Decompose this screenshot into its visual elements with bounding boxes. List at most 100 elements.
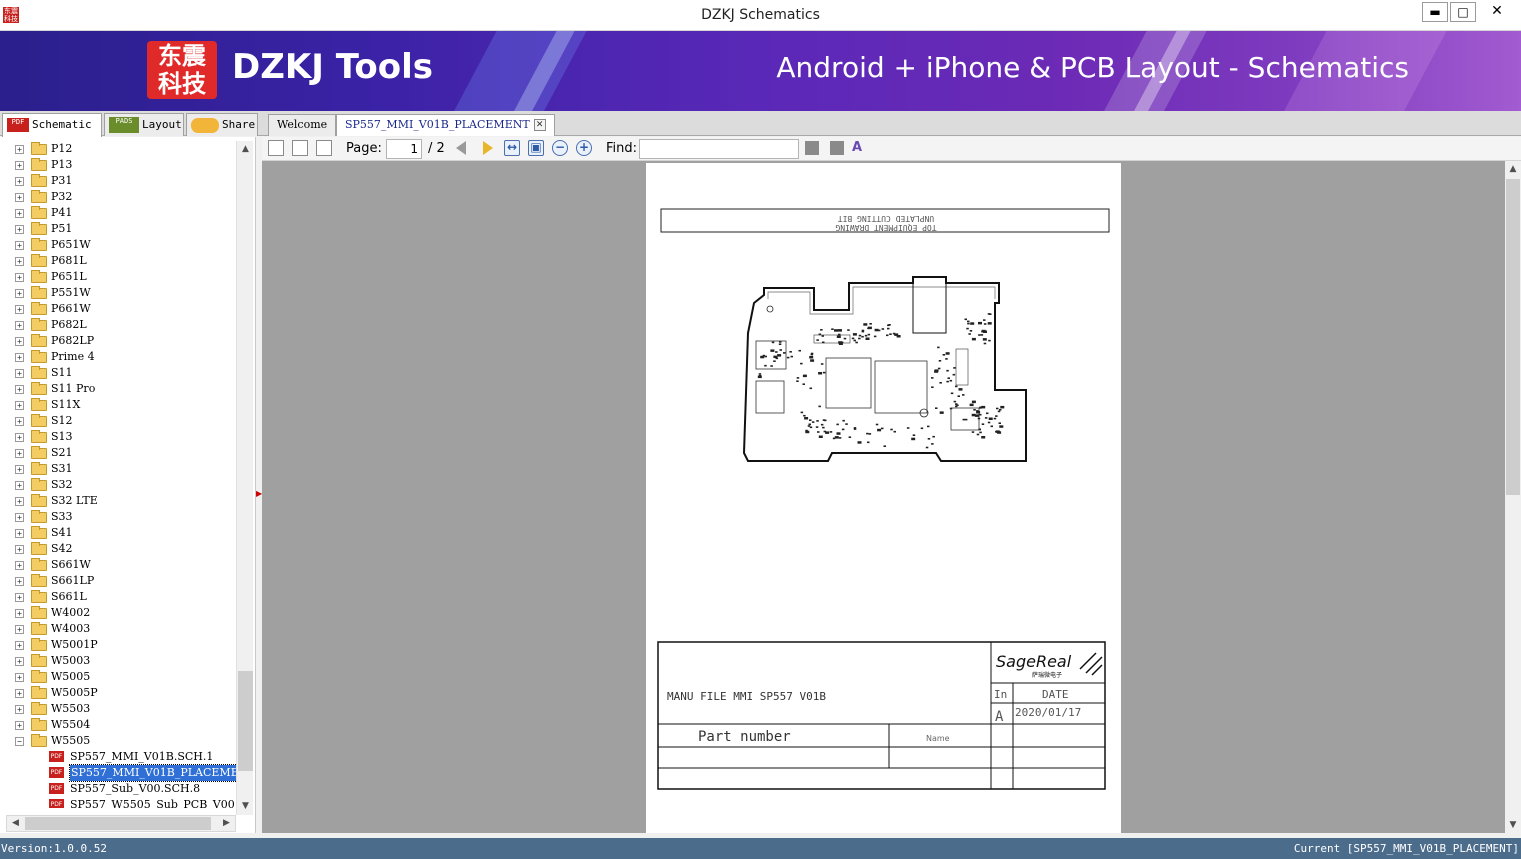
tree-folder[interactable]: + S661LP xyxy=(0,573,236,589)
tree-folder[interactable]: + W5003 xyxy=(0,653,236,669)
expand-icon[interactable]: + xyxy=(15,561,24,570)
tree-folder[interactable]: + W4002 xyxy=(0,605,236,621)
viewer-vertical-scrollbar[interactable]: ▲ ▼ xyxy=(1505,161,1521,833)
tree-folder[interactable]: + S32 LTE xyxy=(0,493,236,509)
tree-folder[interactable]: + Prime 4 xyxy=(0,349,236,365)
scroll-left-icon[interactable]: ◀ xyxy=(7,816,24,831)
tree-folder[interactable]: + P681L xyxy=(0,253,236,269)
expand-icon[interactable]: + xyxy=(15,305,24,314)
minimize-button[interactable]: ▬ xyxy=(1422,2,1448,22)
open-icon[interactable] xyxy=(268,140,284,156)
next-page-icon[interactable] xyxy=(483,141,493,155)
tree-folder[interactable]: + S11 Pro xyxy=(0,381,236,397)
expand-icon[interactable]: + xyxy=(15,593,24,602)
expand-icon[interactable]: + xyxy=(15,289,24,298)
expand-icon[interactable]: + xyxy=(15,513,24,522)
expand-icon[interactable]: + xyxy=(15,225,24,234)
collapse-icon[interactable]: − xyxy=(15,737,24,746)
expand-icon[interactable]: + xyxy=(15,193,24,202)
tree-folder[interactable]: + S31 xyxy=(0,461,236,477)
expand-icon[interactable]: + xyxy=(15,449,24,458)
expand-icon[interactable]: + xyxy=(15,529,24,538)
tree-folder-open[interactable]: − W5505 xyxy=(0,733,236,749)
zoom-in-icon[interactable]: + xyxy=(576,140,592,156)
expand-icon[interactable]: + xyxy=(15,497,24,506)
tree-folder[interactable]: + W5001P xyxy=(0,637,236,653)
previous-page-icon[interactable] xyxy=(456,141,466,155)
tree-folder[interactable]: + P682L xyxy=(0,317,236,333)
tree-folder[interactable]: + S33 xyxy=(0,509,236,525)
tree-folder[interactable]: + P31 xyxy=(0,173,236,189)
tree-folder[interactable]: + S661L xyxy=(0,589,236,605)
find-input[interactable] xyxy=(639,139,799,159)
tree-folder[interactable]: + S13 xyxy=(0,429,236,445)
expand-icon[interactable]: + xyxy=(15,625,24,634)
tree-folder[interactable]: + W5005P xyxy=(0,685,236,701)
tree-folder[interactable]: + S11 xyxy=(0,365,236,381)
tree-folder[interactable]: + P651L xyxy=(0,269,236,285)
export-icon[interactable] xyxy=(316,140,332,156)
tree-folder[interactable]: + P651W xyxy=(0,237,236,253)
zoom-out-icon[interactable]: − xyxy=(552,140,568,156)
viewer-scroll-up-icon[interactable]: ▲ xyxy=(1505,161,1521,177)
expand-icon[interactable]: + xyxy=(15,417,24,426)
expand-icon[interactable]: + xyxy=(15,577,24,586)
viewer-scrollbar-thumb[interactable] xyxy=(1506,179,1520,495)
tree-folder[interactable]: + S661W xyxy=(0,557,236,573)
expand-icon[interactable]: + xyxy=(15,705,24,714)
tree-folder[interactable]: + W4003 xyxy=(0,621,236,637)
tree-folder[interactable]: + W5005 xyxy=(0,669,236,685)
tree-file[interactable]: PDF SP557_W5505_Sub_PCB_V00_placement xyxy=(0,797,236,808)
expand-icon[interactable]: + xyxy=(15,545,24,554)
tree-folder[interactable]: + W5504 xyxy=(0,717,236,733)
tab-welcome[interactable]: Welcome xyxy=(268,114,337,136)
expand-icon[interactable]: + xyxy=(15,609,24,618)
copy-icon[interactable] xyxy=(292,140,308,156)
tab-schematic[interactable]: PDF Schematic xyxy=(2,113,102,137)
tree-vertical-scrollbar[interactable]: ▲ ▼ xyxy=(236,141,253,815)
expand-icon[interactable]: + xyxy=(15,161,24,170)
tree-folder[interactable]: + S42 xyxy=(0,541,236,557)
tree-folder[interactable]: + P682LP xyxy=(0,333,236,349)
find-next-icon[interactable] xyxy=(830,141,844,155)
expand-icon[interactable]: + xyxy=(15,673,24,682)
viewer-scroll-down-icon[interactable]: ▼ xyxy=(1505,817,1521,833)
tree-folder[interactable]: + P41 xyxy=(0,205,236,221)
close-tab-icon[interactable]: ✕ xyxy=(533,119,546,131)
tab-share[interactable]: Share xyxy=(186,113,258,136)
fit-width-icon[interactable]: ↔ xyxy=(504,140,520,156)
tree-folder[interactable]: + P551W xyxy=(0,285,236,301)
tree-folder[interactable]: + S11X xyxy=(0,397,236,413)
tree-folder[interactable]: + S21 xyxy=(0,445,236,461)
expand-icon[interactable]: + xyxy=(15,657,24,666)
tree-file[interactable]: PDF SP557_MMI_V01B.SCH.1 xyxy=(0,749,236,765)
expand-icon[interactable]: + xyxy=(15,721,24,730)
expand-icon[interactable]: + xyxy=(15,481,24,490)
expand-icon[interactable]: + xyxy=(15,689,24,698)
scroll-up-icon[interactable]: ▲ xyxy=(237,141,254,158)
page-number-input[interactable] xyxy=(386,139,422,159)
expand-icon[interactable]: + xyxy=(15,145,24,154)
expand-icon[interactable]: + xyxy=(15,433,24,442)
expand-icon[interactable]: + xyxy=(15,273,24,282)
tree-folder[interactable]: + S32 xyxy=(0,477,236,493)
tree-folder[interactable]: + S41 xyxy=(0,525,236,541)
expand-icon[interactable]: + xyxy=(15,385,24,394)
expand-icon[interactable]: + xyxy=(15,241,24,250)
expand-icon[interactable]: + xyxy=(15,353,24,362)
tree-folder[interactable]: + W5503 xyxy=(0,701,236,717)
scroll-down-icon[interactable]: ▼ xyxy=(237,798,254,815)
tree-file[interactable]: PDF SP557_Sub_V00.SCH.8 xyxy=(0,781,236,797)
close-button[interactable]: ✕ xyxy=(1484,2,1510,22)
tree-folder[interactable]: + P13 xyxy=(0,157,236,173)
maximize-button[interactable]: □ xyxy=(1450,2,1476,22)
tree-file[interactable]: PDF SP557_MMI_V01B_PLACEMENT xyxy=(0,764,236,782)
tree-folder[interactable]: + S12 xyxy=(0,413,236,429)
tree-horizontal-scrollbar[interactable]: ◀ ▶ xyxy=(6,815,236,832)
tree-folder[interactable]: + P32 xyxy=(0,189,236,205)
highlight-all-icon[interactable]: A xyxy=(852,140,868,156)
tree-folder[interactable]: + P51 xyxy=(0,221,236,237)
tab-document[interactable]: SP557_MMI_V01B_PLACEMENT ✕ xyxy=(336,114,555,136)
fit-page-icon[interactable]: ▣ xyxy=(528,140,544,156)
find-previous-icon[interactable] xyxy=(805,141,819,155)
